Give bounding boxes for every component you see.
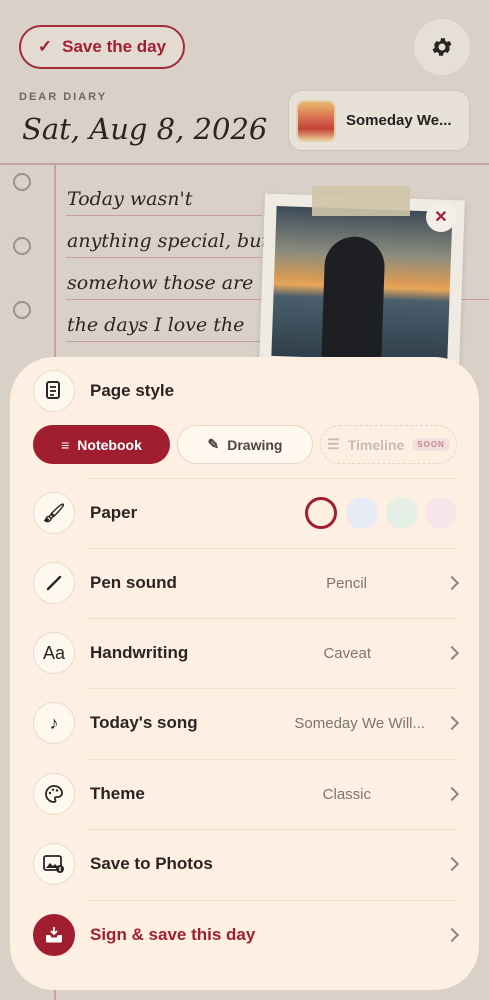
notebook-rule	[66, 257, 262, 258]
handwriting-icon-wrap: Aa	[33, 632, 75, 674]
chevron-right-icon	[444, 856, 460, 872]
timeline-icon: ☰	[327, 436, 340, 452]
sign-save-icon-wrap	[33, 914, 75, 956]
pen-sound-value: Pencil	[326, 574, 367, 592]
music-icon-wrap: ♪	[33, 702, 75, 744]
timeline-tab-label: Timeline	[347, 436, 405, 453]
theme-row[interactable]: Theme Classic	[10, 759, 479, 829]
header-divider	[0, 163, 489, 165]
chevron-right-icon	[444, 927, 460, 943]
sign-and-save-row[interactable]: Sign & save this day	[10, 900, 479, 970]
drawing-tab-label: Drawing	[227, 436, 283, 453]
theme-value: Classic	[322, 785, 371, 803]
todays-song-row[interactable]: ♪ Today's song Someday We Will...	[10, 688, 479, 758]
paper-label: Paper	[90, 503, 138, 522]
entry-text-line[interactable]: Today wasn't	[67, 188, 192, 210]
handwriting-value: Caveat	[323, 644, 371, 662]
handwriting-label: Handwriting	[90, 643, 189, 662]
paper-swatch-green[interactable]	[386, 497, 418, 529]
todays-song-value: Someday We Will...	[294, 714, 425, 732]
chevron-right-icon	[444, 645, 460, 661]
page-style-icon-wrap	[33, 370, 75, 412]
song-card[interactable]: Someday We...	[288, 90, 470, 151]
photos-icon-wrap	[33, 843, 75, 885]
page-style-drawing-tab[interactable]: ✎ Drawing	[177, 425, 313, 464]
pen-sound-label: Pen sound	[90, 573, 177, 592]
entry-date-title[interactable]: Sat, Aug 8, 2026	[22, 112, 267, 146]
brush-icon: 🖌	[42, 502, 66, 523]
photo-tape	[312, 186, 410, 216]
sign-and-save-label: Sign & save this day	[90, 925, 256, 944]
entry-text-line[interactable]: the days I love the	[67, 314, 244, 336]
save-the-day-label: Save the day	[62, 37, 167, 56]
notebook-rule	[66, 215, 262, 216]
notebook-tab-label: Notebook	[77, 436, 142, 453]
pen-icon	[46, 575, 62, 591]
save-the-day-button[interactable]: ✓ Save the day	[19, 25, 185, 69]
chevron-right-icon	[444, 715, 460, 731]
document-icon	[46, 381, 60, 399]
gear-icon	[432, 38, 452, 56]
settings-button[interactable]	[414, 19, 470, 75]
inbox-save-icon	[46, 927, 62, 943]
music-note-icon: ♪	[49, 712, 59, 733]
entry-text-line[interactable]: somehow those are	[67, 272, 253, 294]
handwriting-row[interactable]: Aa Handwriting Caveat	[10, 618, 479, 688]
palette-icon	[45, 785, 63, 803]
dear-diary-label: DEAR DIARY	[19, 91, 108, 103]
remove-photo-button[interactable]: ✕	[426, 202, 456, 232]
album-art	[296, 99, 336, 142]
couple-silhouette	[321, 235, 386, 360]
entry-text-line[interactable]: anything special, but	[67, 230, 269, 252]
text-aa-icon: Aa	[42, 642, 66, 663]
pen-icon-wrap	[33, 562, 75, 604]
page-style-notebook-tab[interactable]: ≡ Notebook	[33, 425, 170, 464]
chevron-right-icon	[444, 786, 460, 802]
save-to-photos-row[interactable]: Save to Photos	[10, 829, 479, 899]
scribble-icon: ✎	[207, 436, 220, 452]
page-style-timeline-tab: ☰ Timeline SOON	[320, 425, 457, 464]
checklist-dot[interactable]	[13, 173, 31, 191]
paper-icon-wrap: 🖌	[33, 492, 75, 534]
theme-label: Theme	[90, 784, 145, 803]
notebook-rule	[66, 299, 262, 300]
checklist-dot[interactable]	[13, 301, 31, 319]
page-style-row: Page style	[10, 356, 479, 426]
soon-badge: SOON	[412, 438, 450, 451]
paper-swatch-pink[interactable]	[425, 497, 457, 529]
paper-swatch-blue[interactable]	[346, 497, 378, 529]
save-to-photos-label: Save to Photos	[90, 854, 213, 873]
photo-image	[271, 205, 453, 363]
notebook-rule	[66, 341, 262, 342]
pen-sound-row[interactable]: Pen sound Pencil	[10, 548, 479, 618]
chevron-right-icon	[444, 575, 460, 591]
todays-song-label: Today's song	[90, 713, 198, 732]
lines-icon: ≡	[61, 436, 70, 453]
paper-swatch-cream[interactable]	[305, 497, 337, 529]
checklist-dot[interactable]	[13, 237, 31, 255]
checkmark-icon: ✓	[37, 37, 53, 56]
song-card-title: Someday We...	[346, 112, 452, 129]
page-style-label: Page style	[90, 381, 175, 400]
notebook-rule	[460, 299, 489, 300]
photo-save-icon	[43, 855, 64, 873]
theme-icon-wrap	[33, 773, 75, 815]
close-icon: ✕	[434, 209, 448, 226]
